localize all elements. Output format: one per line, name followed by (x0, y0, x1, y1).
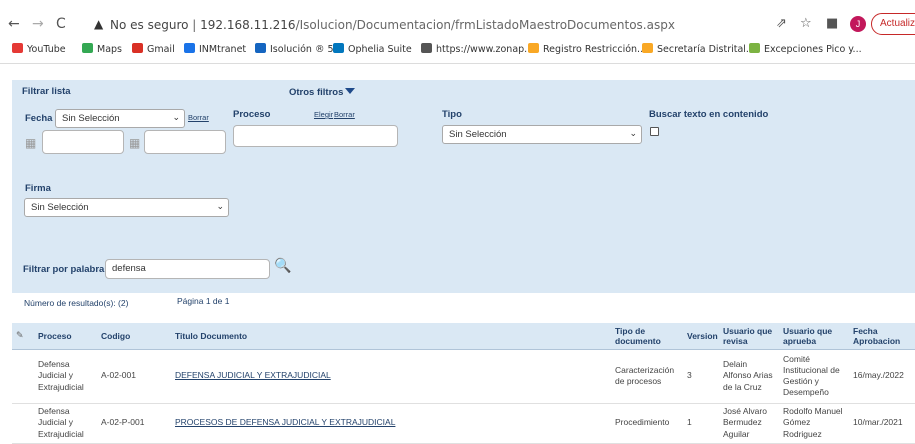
tipo-cell: Procedimiento (611, 403, 683, 444)
url-path: /Isolucion/Documentacion/frmListadoMaest… (295, 18, 675, 32)
proceso-cell: Defensa Judicial y Extrajudicial (34, 349, 97, 404)
tipo-label: Tipo (442, 109, 462, 120)
document-title-link[interactable]: DEFENSA JUDICIAL Y EXTRAJUDICIAL (175, 370, 331, 380)
fecha-clear-link[interactable]: Borrar (188, 113, 209, 122)
firma-label: Firma (25, 183, 51, 194)
more-filters-toggle[interactable]: Otros filtros (289, 87, 356, 98)
date-from-input[interactable] (42, 130, 124, 154)
bookmark-youtube[interactable]: YouTube (12, 43, 66, 55)
search-icon[interactable]: 🔍 (274, 258, 291, 274)
proceso-label: Proceso (233, 109, 271, 120)
bookmark-excepciones[interactable]: Excepciones Pico y... (749, 43, 862, 55)
address-bar[interactable]: ▲ No es seguro | 192.168.11.216/Isolucio… (88, 12, 823, 38)
filter-list-title: Filtrar lista (22, 86, 71, 97)
table-row: Defensa Judicial y Extrajudicial A-02-00… (12, 349, 915, 404)
sidepanel-icon[interactable]: ■ (826, 16, 838, 31)
tipo-cell: Caracterización de procesos (611, 349, 683, 404)
edit-cell (12, 349, 34, 404)
profile-avatar[interactable]: J (850, 16, 866, 32)
table-header: ✎ Proceso Codigo Titulo Documento Tipo d… (12, 323, 915, 350)
codigo-cell: A-02-001 (97, 349, 171, 404)
calendar-icon[interactable]: ▦ (25, 136, 36, 150)
bookmark-isolucion[interactable]: Isolución ® 5 (255, 43, 334, 55)
edit-icon: ✎ (16, 330, 24, 341)
chevron-down-icon: ⌄ (172, 112, 180, 122)
column-header[interactable]: Codigo (97, 323, 171, 350)
url-host: 192.168.11.216 (200, 18, 296, 32)
filter-panel: Filtrar lista Otros filtros Fecha Sin Se… (12, 80, 915, 293)
bookmark-secretaria[interactable]: Secretaría Distrital... (642, 43, 755, 55)
address-row: ← → C ▲ No es seguro | 192.168.11.216/Is… (0, 10, 915, 40)
firma-select[interactable]: Sin Selección ⌄ (24, 198, 229, 217)
proceso-choose-link[interactable]: Elegir (314, 110, 333, 119)
version-cell: 1 (683, 403, 719, 444)
proceso-clear-link[interactable]: Borrar (334, 110, 355, 119)
version-cell: 3 (683, 349, 719, 404)
site-icon (642, 43, 653, 53)
chevron-down-icon: ⌄ (216, 201, 224, 211)
forward-arrow-icon[interactable]: → (32, 16, 44, 32)
caret-down-icon (345, 88, 356, 94)
date-to-input[interactable] (144, 130, 226, 154)
site-icon (528, 43, 539, 53)
aprueba-cell: Comité Institucional de Gestión y Desemp… (779, 349, 849, 404)
youtube-icon (12, 43, 23, 53)
bookmark-registro[interactable]: Registro Restricción... (528, 43, 646, 55)
inmtranet-icon (184, 43, 195, 53)
reload-icon[interactable]: C (56, 16, 66, 32)
bookmark-ophelia[interactable]: Ophelia Suite (333, 43, 412, 55)
chevron-down-icon: ⌄ (629, 128, 637, 138)
document-title-link[interactable]: PROCESOS DE DEFENSA JUDICIAL Y EXTRAJUDI… (175, 417, 395, 427)
column-header[interactable]: Proceso (34, 323, 97, 350)
warning-icon: ▲ (94, 17, 104, 31)
revisa-cell: José Alvaro Bermudez Aguilar (719, 403, 779, 444)
fecha-cell: 10/mar./2021 (849, 403, 915, 444)
fecha-select[interactable]: Sin Selección ⌄ (55, 109, 185, 128)
proceso-cell: Defensa Judicial y Extrajudicial (34, 403, 97, 444)
column-header[interactable]: Usuario que aprueba (779, 323, 849, 350)
codigo-cell: A-02-P-001 (97, 403, 171, 444)
column-header[interactable]: Usuario que revisa (719, 323, 779, 350)
column-header[interactable]: Titulo Documento (171, 323, 611, 350)
column-header[interactable]: Tipo de documento (611, 323, 683, 350)
security-label: No es seguro (110, 18, 189, 32)
results-count: Número de resultado(s): (2) (24, 298, 129, 308)
site-icon (749, 43, 760, 53)
back-arrow-icon[interactable]: ← (8, 16, 20, 32)
aprueba-cell: Rodolfo Manuel Gómez Rodriguez (779, 403, 849, 444)
bookmark-zonap[interactable]: https://www.zonap... (421, 43, 533, 55)
isolucion-icon (255, 43, 266, 53)
tipo-select[interactable]: Sin Selección ⌄ (442, 125, 642, 144)
page-indicator: Página 1 de 1 (177, 296, 230, 306)
palabra-input[interactable]: defensa (105, 259, 270, 279)
gmail-icon (132, 43, 143, 53)
bookmark-maps[interactable]: Maps (82, 43, 122, 55)
buscar-contenido-label: Buscar texto en contenido (649, 109, 769, 120)
maps-icon (82, 43, 93, 53)
bookmark-inmtranet[interactable]: INMtranet (184, 43, 246, 55)
fecha-cell: 16/may./2022 (849, 349, 915, 404)
proceso-input[interactable] (233, 125, 398, 147)
share-icon[interactable]: ⇗ (776, 16, 787, 31)
column-header[interactable]: Version (683, 323, 719, 350)
documents-table: ✎ Proceso Codigo Titulo Documento Tipo d… (12, 323, 915, 444)
calendar-icon[interactable]: ▦ (129, 136, 140, 150)
titulo-cell: PROCESOS DE DEFENSA JUDICIAL Y EXTRAJUDI… (171, 403, 611, 444)
revisa-cell: Delain Alfonso Arias de la Cruz (719, 349, 779, 404)
table-row: Defensa Judicial y Extrajudicial A-02-P-… (12, 403, 915, 444)
edit-column-header: ✎ (12, 323, 34, 350)
ophelia-icon (333, 43, 344, 53)
star-icon[interactable]: ☆ (800, 16, 812, 31)
browser-chrome: ← → C ▲ No es seguro | 192.168.11.216/Is… (0, 0, 915, 64)
column-header[interactable]: Fecha Aprobacion (849, 323, 915, 350)
bookmark-gmail[interactable]: Gmail (132, 43, 175, 55)
globe-icon (421, 43, 432, 53)
titulo-cell: DEFENSA JUDICIAL Y EXTRAJUDICIAL (171, 349, 611, 404)
palabra-label: Filtrar por palabra (23, 264, 105, 275)
buscar-contenido-checkbox[interactable] (650, 127, 659, 136)
update-button[interactable]: Actualizar (871, 13, 915, 35)
fecha-label: Fecha (25, 113, 53, 124)
edit-cell (12, 403, 34, 444)
bookmarks-bar: YouTube Maps Gmail INMtranet Isolución ®… (0, 42, 915, 60)
